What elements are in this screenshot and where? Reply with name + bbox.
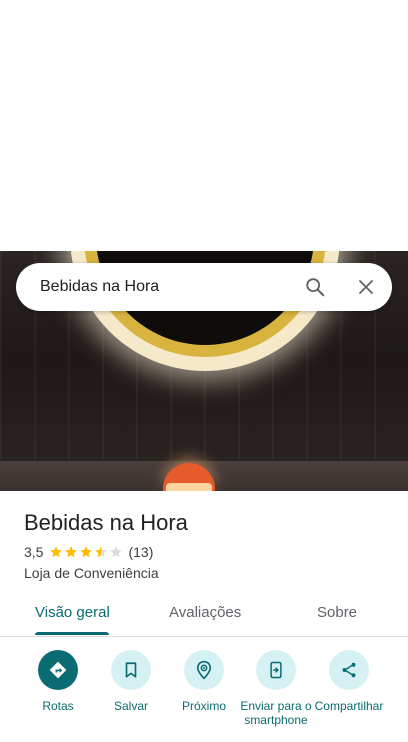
share-icon bbox=[342, 662, 356, 678]
search-bar[interactable]: Bebidas na Hora bbox=[16, 263, 392, 311]
bookmark-icon bbox=[125, 662, 137, 678]
send-to-phone-label: Enviar para o smartphone bbox=[240, 699, 312, 727]
tab-reviews[interactable]: Avaliações bbox=[169, 604, 241, 621]
tab-about[interactable]: Sobre bbox=[317, 604, 357, 621]
rating-stars bbox=[49, 545, 124, 559]
tab-overview[interactable]: Visão geral bbox=[35, 604, 110, 621]
tab-bar: Visão geral Avaliações Sobre bbox=[0, 596, 408, 637]
place-category[interactable]: Loja de Conveniência bbox=[24, 565, 159, 581]
directions-icon bbox=[49, 661, 67, 679]
send-to-phone-icon bbox=[270, 661, 282, 679]
nearby-button-circle[interactable] bbox=[184, 650, 224, 690]
review-count[interactable]: (13) bbox=[128, 544, 153, 560]
photo-lamp-light bbox=[166, 483, 212, 491]
search-icon[interactable] bbox=[304, 276, 326, 298]
close-icon[interactable] bbox=[357, 278, 375, 296]
rating-row[interactable]: 3,5 (13) bbox=[24, 544, 153, 560]
star-icon bbox=[80, 546, 93, 558]
action-bar: Rotas Salvar Próximo Enviar para o smart… bbox=[0, 650, 408, 742]
star-icon bbox=[65, 546, 78, 558]
send-to-phone-button-circle[interactable] bbox=[256, 650, 296, 690]
directions-label: Rotas bbox=[42, 699, 74, 713]
share-label: Compartilhar bbox=[314, 699, 384, 713]
save-button[interactable]: Salvar bbox=[95, 650, 167, 713]
share-button-circle[interactable] bbox=[329, 650, 369, 690]
star-icon bbox=[110, 546, 123, 558]
tab-active-indicator bbox=[35, 632, 109, 635]
nearby-button[interactable]: Próximo bbox=[168, 650, 240, 713]
share-button[interactable]: Compartilhar bbox=[313, 650, 385, 713]
save-label: Salvar bbox=[113, 699, 148, 713]
directions-button-circle[interactable] bbox=[38, 650, 78, 690]
search-input[interactable]: Bebidas na Hora bbox=[40, 278, 159, 296]
rating-value: 3,5 bbox=[24, 544, 44, 560]
place-title: Bebidas na Hora bbox=[24, 510, 188, 535]
nearby-label: Próximo bbox=[181, 699, 226, 713]
save-button-circle[interactable] bbox=[111, 650, 151, 690]
send-to-phone-button[interactable]: Enviar para o smartphone bbox=[240, 650, 312, 727]
nearby-icon bbox=[196, 660, 212, 680]
star-icon bbox=[95, 546, 108, 558]
star-icon bbox=[50, 546, 63, 558]
directions-button[interactable]: Rotas bbox=[22, 650, 94, 713]
